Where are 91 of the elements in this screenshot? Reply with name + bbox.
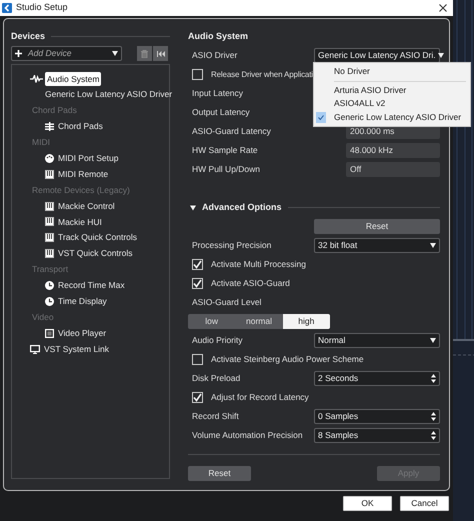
clock-icon <box>45 281 54 290</box>
spin-box[interactable]: 0 Samples <box>314 409 440 424</box>
keyboard-icon <box>45 217 54 226</box>
setting-label: ASIO Driver <box>191 49 238 62</box>
ok-button[interactable]: OK <box>343 496 392 511</box>
video-icon <box>45 328 54 338</box>
spin-arrows-icon <box>431 431 436 440</box>
tree-item[interactable]: Generic Low Latency ASIO Driver <box>43 87 174 102</box>
menu-item[interactable]: Arturia ASIO Driver <box>314 84 470 97</box>
tree-item[interactable]: Audio System <box>45 72 102 86</box>
menu-item[interactable]: ASIO4ALL v2 <box>314 97 470 110</box>
checkbox-label: Activate Multi Processing <box>210 258 306 271</box>
checkbox[interactable] <box>192 392 203 403</box>
category-label: Video <box>32 310 54 324</box>
pads-icon <box>45 122 54 132</box>
monitor-icon <box>30 344 40 354</box>
skip-back-icon <box>156 50 164 56</box>
plus-icon <box>15 50 22 57</box>
segment-option[interactable]: high <box>282 314 330 329</box>
setting-label: Processing Precision <box>191 239 272 252</box>
segment-option[interactable]: normal <box>235 314 283 329</box>
reset-button[interactable]: Reset <box>188 466 251 481</box>
checkbox-label: Adjust for Record Latency <box>210 391 309 404</box>
tree-item[interactable]: Video Player <box>56 326 108 341</box>
clock-icon <box>45 296 54 306</box>
section-title: Advanced Options <box>202 200 282 214</box>
expand-triangle-icon[interactable] <box>190 204 196 210</box>
setting-label: Audio Priority <box>191 334 243 347</box>
setting-label: Input Latency <box>191 87 244 100</box>
tree-item[interactable]: Chord Pads <box>56 119 105 134</box>
menu-item[interactable]: No Driver <box>314 65 470 78</box>
close-icon[interactable] <box>439 4 447 12</box>
spin-box[interactable]: 2 Seconds <box>314 371 440 386</box>
caret-icon <box>112 51 118 56</box>
category-label: Transport <box>32 263 68 276</box>
tree-item[interactable]: VST System Link <box>42 342 112 356</box>
tree-item[interactable]: Mackie Control <box>56 198 117 214</box>
check-icon <box>316 112 326 122</box>
setting-label: HW Pull Up/Down <box>191 163 260 176</box>
category-label: Remote Devices (Legacy) <box>32 184 130 197</box>
check-icon <box>193 260 202 269</box>
checkbox[interactable] <box>192 259 203 270</box>
tree-item[interactable]: Record Time Max <box>56 278 127 293</box>
segment-option[interactable]: low <box>188 314 236 329</box>
keyboard-icon <box>45 170 54 179</box>
dropdown[interactable]: 32 bit float <box>314 238 440 253</box>
checkbox[interactable] <box>192 69 203 80</box>
tree-item[interactable]: VST Quick Controls <box>56 246 134 262</box>
section-title: Devices <box>11 30 46 43</box>
setting-label: Output Latency <box>191 106 250 119</box>
keyboard-icon <box>45 249 54 258</box>
spin-arrows-icon <box>431 374 436 383</box>
checkbox-label: Activate ASIO-Guard <box>210 277 290 290</box>
caret-icon <box>438 53 444 58</box>
trash-icon <box>141 50 148 58</box>
setting-label: ASIO-Guard Level <box>191 296 262 309</box>
dropdown[interactable]: Normal <box>314 333 440 348</box>
setting-label: HW Sample Rate <box>191 144 258 157</box>
tree-item[interactable]: Track Quick Controls <box>56 230 140 246</box>
cancel-button[interactable]: Cancel <box>400 496 449 511</box>
checkbox-label: Release Driver when Applicati <box>210 68 313 80</box>
keyboard-icon <box>45 233 54 242</box>
setting-label: Record Shift <box>191 410 239 423</box>
setting-label: Volume Automation Precision <box>191 429 303 442</box>
value-field: Off <box>346 162 440 177</box>
reset-button[interactable]: Reset <box>314 219 440 234</box>
tree-item[interactable]: Time Display <box>56 294 109 309</box>
tree-item[interactable]: MIDI Port Setup <box>56 151 120 166</box>
checkbox-label: Activate Steinberg Audio Power Scheme <box>210 353 364 366</box>
caret-icon <box>430 243 436 248</box>
add-device-dropdown[interactable]: Add Device <box>11 46 122 61</box>
tree-item[interactable]: MIDI Remote <box>56 166 110 182</box>
spin-arrows-icon <box>431 412 436 421</box>
value-field: 48.000 kHz <box>346 143 440 158</box>
keyboard-icon <box>45 202 54 211</box>
tree-item[interactable]: Mackie HUI <box>56 214 104 230</box>
check-icon <box>193 279 202 288</box>
spin-box[interactable]: 8 Samples <box>314 428 440 443</box>
category-label: Chord Pads <box>32 104 77 118</box>
window-title: Studio Setup <box>16 1 68 14</box>
category-label: MIDI <box>32 136 50 149</box>
wave-icon <box>30 74 43 83</box>
setting-label: Disk Preload <box>191 372 240 385</box>
checkbox[interactable] <box>192 354 203 365</box>
checkbox[interactable] <box>192 278 203 289</box>
check-icon <box>193 393 202 402</box>
reset-device-button[interactable] <box>153 46 168 61</box>
setting-label: ASIO-Guard Latency <box>191 125 271 138</box>
port-icon <box>45 154 54 163</box>
section-title: Audio System <box>188 30 248 43</box>
caret-icon <box>430 338 436 343</box>
